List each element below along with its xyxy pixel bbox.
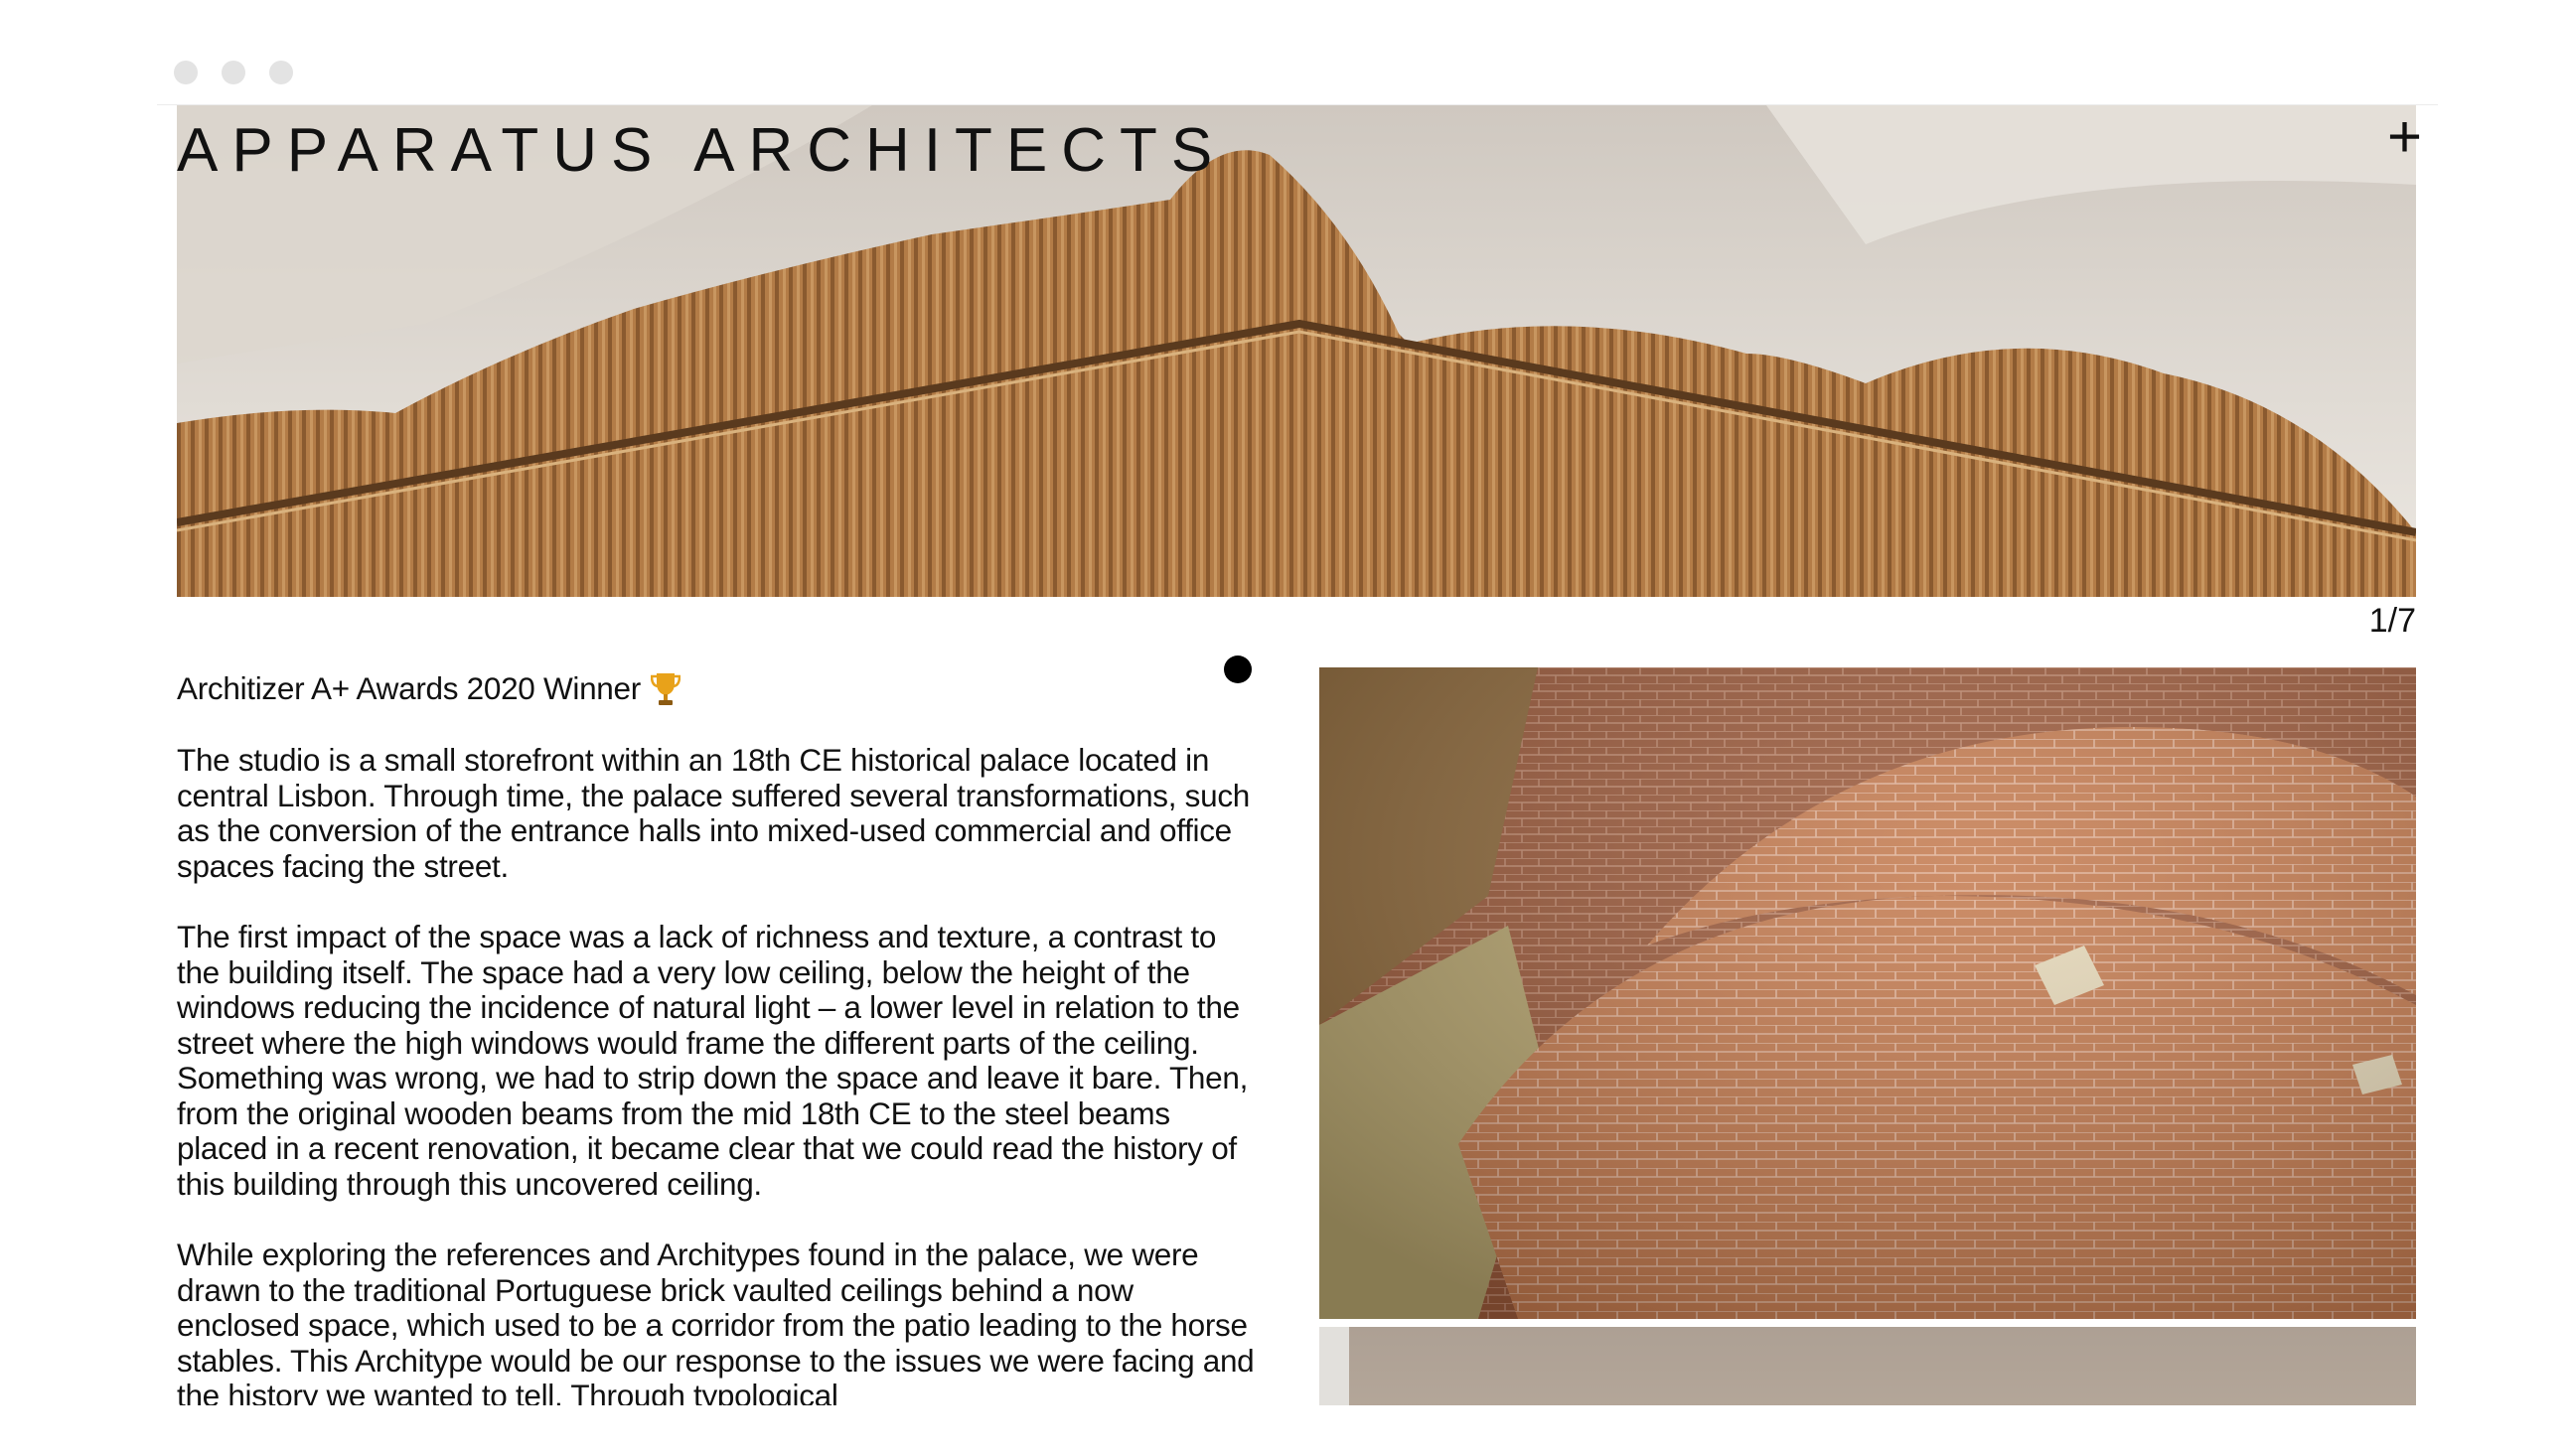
window-dot-close[interactable]: [174, 61, 198, 84]
window-controls: [174, 61, 293, 84]
article-paragraph-1: The studio is a small storefront within …: [177, 742, 1250, 884]
window-dot-minimize[interactable]: [222, 61, 245, 84]
trophy-icon: [650, 673, 681, 705]
award-line: Architizer A+ Awards 2020 Winner: [177, 671, 1260, 707]
browser-window: APPARATUS ARCHITECTS + 1/7 Architizer A+…: [157, 104, 2438, 1405]
brick-vault-image[interactable]: [1319, 667, 2416, 1319]
article-paragraph-2: The first impact of the space was a lack…: [177, 919, 1249, 1202]
gallery-image-2[interactable]: [1319, 1327, 2416, 1405]
award-label: Architizer A+ Awards 2020 Winner: [177, 670, 641, 707]
plus-icon[interactable]: +: [2387, 107, 2422, 167]
article-text: Architizer A+ Awards 2020 Winner The stu…: [177, 671, 1260, 1405]
brick-vault-photo: [1319, 667, 2416, 1319]
gallery-column: [1319, 667, 2416, 1405]
brand-logo[interactable]: APPARATUS ARCHITECTS: [177, 115, 1226, 186]
article-paragraph-3: While exploring the references and Archi…: [177, 1237, 1255, 1405]
gallery-counter: 1/7: [2368, 602, 2416, 640]
window-dot-maximize[interactable]: [269, 61, 293, 84]
